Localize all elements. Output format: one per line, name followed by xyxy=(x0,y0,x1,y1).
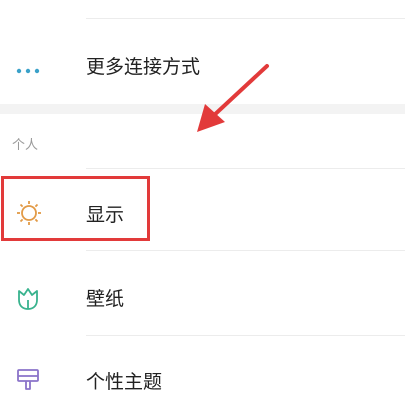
highlight-box xyxy=(1,176,150,241)
settings-row-theme[interactable]: 个性主题 xyxy=(0,345,405,393)
wallpaper-divider xyxy=(86,335,405,336)
header-divider xyxy=(86,168,405,169)
settings-row-wallpaper[interactable]: 壁纸 xyxy=(0,262,405,328)
tulip-icon xyxy=(15,286,41,316)
row-label-more-connect: 更多连接方式 xyxy=(86,56,201,78)
display-divider xyxy=(86,250,405,251)
annotation-arrow xyxy=(197,64,269,132)
more-dots-icon xyxy=(15,60,41,79)
row-label-theme: 个性主题 xyxy=(86,371,163,393)
top-divider xyxy=(86,18,405,19)
row-label-wallpaper: 壁纸 xyxy=(86,288,125,310)
section-header-personal: 个人 xyxy=(12,138,39,153)
